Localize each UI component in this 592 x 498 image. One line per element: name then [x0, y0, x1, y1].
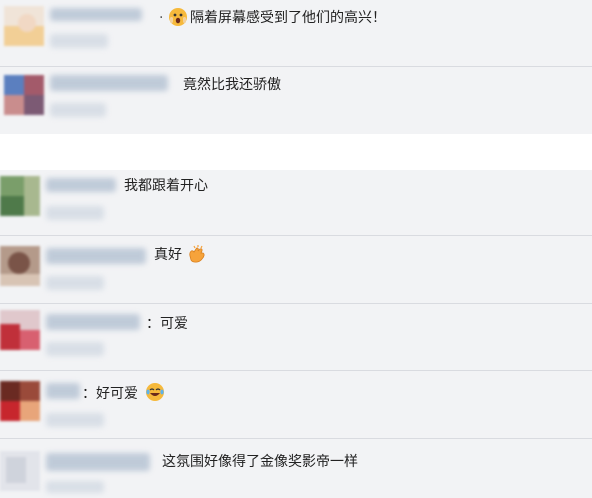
meta-blur: [46, 481, 104, 493]
comment-row: ：好可爱: [0, 371, 592, 437]
avatar[interactable]: [0, 451, 40, 491]
avatar[interactable]: [0, 176, 40, 216]
avatar[interactable]: [0, 310, 40, 350]
comment-text: 我都跟着开心: [124, 178, 208, 194]
comment-row: 我都跟着开心: [0, 170, 592, 234]
username-blur[interactable]: [46, 383, 80, 399]
comment-row: 真好: [0, 236, 592, 302]
username-blur[interactable]: [46, 453, 150, 471]
username-blur[interactable]: [46, 178, 116, 192]
avatar[interactable]: [4, 6, 44, 46]
comment-row: 这氛围好像得了金像奖影帝一样: [0, 439, 592, 498]
comment-text: 隔着屏幕感受到了他们的高兴！: [190, 10, 386, 26]
comment-row: 竟然比我还骄傲: [0, 67, 592, 134]
comment-text: ：好可爱: [82, 386, 138, 402]
meta-blur: [50, 34, 108, 48]
username-blur[interactable]: [50, 8, 142, 21]
laughing-tears-icon: [146, 383, 164, 401]
comment-text: ：可爱: [146, 316, 188, 332]
scream-emoji-icon: [169, 8, 187, 26]
comment-text: 竟然比我还骄傲: [183, 77, 281, 93]
meta-blur: [46, 342, 104, 356]
username-blur[interactable]: [50, 75, 168, 91]
avatar[interactable]: [0, 246, 40, 286]
meta-blur: [46, 206, 104, 220]
avatar[interactable]: [0, 381, 40, 421]
comment-separator: ·: [159, 10, 164, 26]
comment-row: ：可爱: [0, 304, 592, 370]
username-blur[interactable]: [46, 248, 146, 264]
comment-row: · 隔着屏幕感受到了他们的高兴！: [0, 0, 592, 64]
avatar[interactable]: [4, 75, 44, 115]
clapping-hands-icon: [186, 244, 205, 263]
comment-text: 真好: [154, 247, 182, 263]
meta-blur: [46, 276, 104, 290]
username-blur[interactable]: [46, 314, 140, 330]
meta-blur: [46, 413, 104, 427]
meta-blur: [50, 103, 106, 117]
comment-text: 这氛围好像得了金像奖影帝一样: [162, 454, 358, 470]
